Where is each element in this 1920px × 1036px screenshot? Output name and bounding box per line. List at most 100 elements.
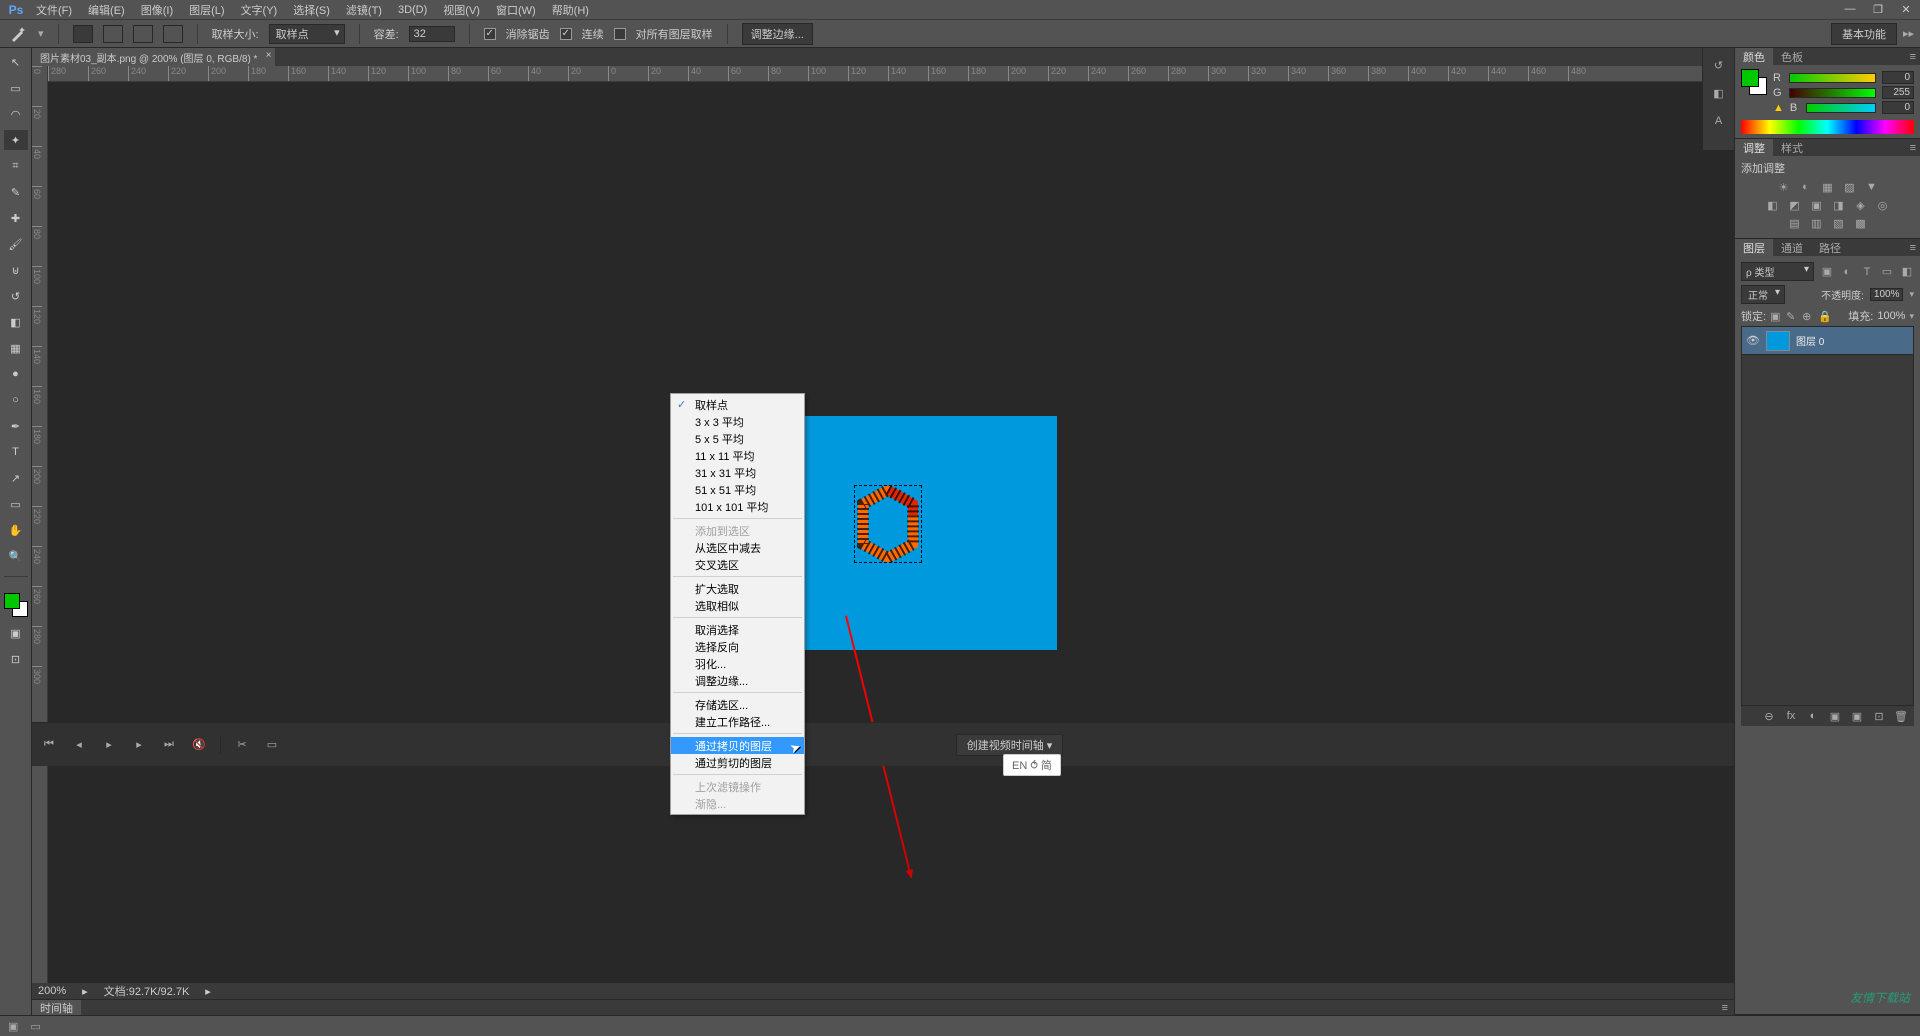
tab-paths[interactable]: 路径 — [1811, 239, 1849, 256]
new-group-icon[interactable]: ▣ — [1850, 710, 1864, 723]
contiguous-checkbox[interactable] — [560, 28, 572, 40]
lock-all-icon[interactable]: 🔒 — [1818, 310, 1830, 322]
tab-swatches[interactable]: 色板 — [1773, 48, 1811, 65]
healing-tool[interactable]: ✚ — [4, 208, 28, 228]
selection-mode-intersect[interactable] — [163, 25, 183, 43]
split-icon[interactable]: ✂ — [233, 736, 251, 754]
menu-edit[interactable]: 编辑(E) — [80, 2, 133, 18]
adjustment-icon[interactable]: ▧ — [1832, 216, 1846, 230]
new-adjustment-icon[interactable]: ▣ — [1828, 710, 1842, 723]
brush-tool[interactable]: 🖌 — [4, 234, 28, 254]
menu-help[interactable]: 帮助(H) — [544, 2, 597, 18]
next-frame-icon[interactable]: ▸ — [130, 736, 148, 754]
layer-fx-icon[interactable]: fx — [1784, 710, 1798, 722]
history-icon[interactable]: ↺ — [1709, 56, 1729, 74]
lock-position-icon[interactable]: ⊕ — [1802, 310, 1814, 322]
sample-size-dropdown[interactable]: 取样点 — [269, 24, 345, 44]
menu-view[interactable]: 视图(V) — [435, 2, 488, 18]
g-value[interactable]: 255 — [1882, 86, 1914, 99]
cm-avg-51[interactable]: 51 x 51 平均 — [671, 481, 804, 498]
selection-mode-add[interactable] — [103, 25, 123, 43]
filter-adjust-icon[interactable]: ◐ — [1840, 265, 1854, 279]
layer-item[interactable]: 👁 图层 0 — [1742, 327, 1913, 355]
adjustment-icon[interactable]: ▣ — [1810, 198, 1824, 212]
delete-layer-icon[interactable]: 🗑 — [1894, 710, 1908, 723]
canvas-viewport[interactable] — [48, 82, 1734, 983]
expand-panels-icon[interactable]: ▸▸ — [1903, 27, 1914, 40]
selection-mode-subtract[interactable] — [133, 25, 153, 43]
cm-refine[interactable]: 调整边缘... — [671, 672, 804, 689]
eyedropper-tool[interactable]: ✎ — [4, 182, 28, 202]
menu-select[interactable]: 选择(S) — [285, 2, 338, 18]
adjustment-icon[interactable]: ▨ — [1843, 180, 1857, 194]
cm-layer-via-cut[interactable]: 通过剪切的图层 — [671, 754, 804, 771]
opacity-value[interactable]: 100% — [1870, 288, 1904, 301]
cm-avg-3[interactable]: 3 x 3 平均 — [671, 413, 804, 430]
menu-type[interactable]: 文字(Y) — [233, 2, 286, 18]
doc-status-arrow-icon[interactable]: ▸ — [205, 985, 211, 998]
tab-layers[interactable]: 图层 — [1735, 239, 1773, 256]
blur-tool[interactable]: ● — [4, 364, 28, 384]
link-layers-icon[interactable]: ⊖ — [1762, 710, 1776, 723]
gradient-tool[interactable]: ▦ — [4, 338, 28, 358]
anti-alias-checkbox[interactable] — [484, 28, 496, 40]
filter-type-icon[interactable]: T — [1860, 265, 1874, 279]
cm-avg-11[interactable]: 11 x 11 平均 — [671, 447, 804, 464]
cm-similar[interactable]: 选取相似 — [671, 597, 804, 614]
cm-save-sel[interactable]: 存储选区... — [671, 696, 804, 713]
mini-bridge-icon[interactable]: ▣ — [8, 1020, 18, 1033]
tab-color[interactable]: 颜色 — [1735, 48, 1773, 65]
all-layers-checkbox[interactable] — [614, 28, 626, 40]
prev-frame-icon[interactable]: ◂ — [70, 736, 88, 754]
screen-mode-toggle[interactable]: ⊡ — [4, 649, 28, 669]
cm-inverse[interactable]: 选择反向 — [671, 638, 804, 655]
panel-menu-icon[interactable]: ≡ — [1906, 242, 1920, 254]
new-layer-icon[interactable]: ⊡ — [1872, 710, 1886, 723]
cm-sample-point[interactable]: 取样点 — [671, 396, 804, 413]
tab-adjustments[interactable]: 调整 — [1735, 139, 1773, 156]
adjustment-icon[interactable]: ▦ — [1821, 180, 1835, 194]
shape-tool[interactable]: ▭ — [4, 494, 28, 514]
magic-wand-tool[interactable]: ✦ — [4, 130, 28, 150]
crop-tool[interactable]: ⌗ — [4, 156, 28, 176]
adjustment-icon[interactable]: ◧ — [1766, 198, 1780, 212]
history-brush-tool[interactable]: ↺ — [4, 286, 28, 306]
r-value[interactable]: 0 — [1882, 71, 1914, 84]
cm-sub-from-sel[interactable]: 从选区中减去 — [671, 539, 804, 556]
timeline-mb-icon[interactable]: ▭ — [30, 1020, 40, 1033]
adjustment-icon[interactable]: ▤ — [1788, 216, 1802, 230]
cm-avg-31[interactable]: 31 x 31 平均 — [671, 464, 804, 481]
layer-filter-type[interactable]: ρ 类型 — [1741, 262, 1814, 281]
filter-shape-icon[interactable]: ▭ — [1880, 265, 1894, 279]
menu-3d[interactable]: 3D(D) — [390, 4, 435, 16]
menu-window[interactable]: 窗口(W) — [488, 2, 544, 18]
adjustment-icon[interactable]: ◩ — [1788, 198, 1802, 212]
adjustment-icon[interactable]: ◈ — [1854, 198, 1868, 212]
filter-smart-icon[interactable]: ◧ — [1900, 265, 1914, 279]
move-tool[interactable]: ↖ — [4, 52, 28, 72]
adjustment-icon[interactable]: ▼ — [1865, 180, 1879, 194]
cm-grow[interactable]: 扩大选取 — [671, 580, 804, 597]
tab-channels[interactable]: 通道 — [1773, 239, 1811, 256]
color-swatches[interactable] — [4, 593, 28, 617]
play-icon[interactable]: ▸ — [100, 736, 118, 754]
panel-menu-icon[interactable]: ≡ — [1906, 51, 1920, 63]
hand-tool[interactable]: ✋ — [4, 520, 28, 540]
lock-image-icon[interactable]: ✎ — [1786, 310, 1798, 322]
menu-filter[interactable]: 滤镜(T) — [338, 2, 390, 18]
quick-mask-toggle[interactable]: ▣ — [4, 623, 28, 643]
menu-file[interactable]: 文件(F) — [28, 2, 80, 18]
cm-intersect-sel[interactable]: 交叉选区 — [671, 556, 804, 573]
lock-transparency-icon[interactable]: ▣ — [1770, 310, 1782, 322]
cm-deselect[interactable]: 取消选择 — [671, 621, 804, 638]
maximize-button[interactable]: ❐ — [1864, 3, 1892, 16]
transition-icon[interactable]: ▭ — [263, 736, 281, 754]
menu-image[interactable]: 图像(I) — [133, 2, 181, 18]
pen-tool[interactable]: ✒ — [4, 416, 28, 436]
add-mask-icon[interactable]: ◐ — [1806, 710, 1820, 722]
go-to-first-icon[interactable]: ⏮ — [40, 736, 58, 754]
selection-mode-new[interactable] — [73, 25, 93, 43]
adjustment-icon[interactable]: ▩ — [1854, 216, 1868, 230]
workspace-switcher[interactable]: 基本功能 — [1831, 23, 1897, 45]
panel-menu-icon[interactable]: ≡ — [1716, 1002, 1734, 1014]
